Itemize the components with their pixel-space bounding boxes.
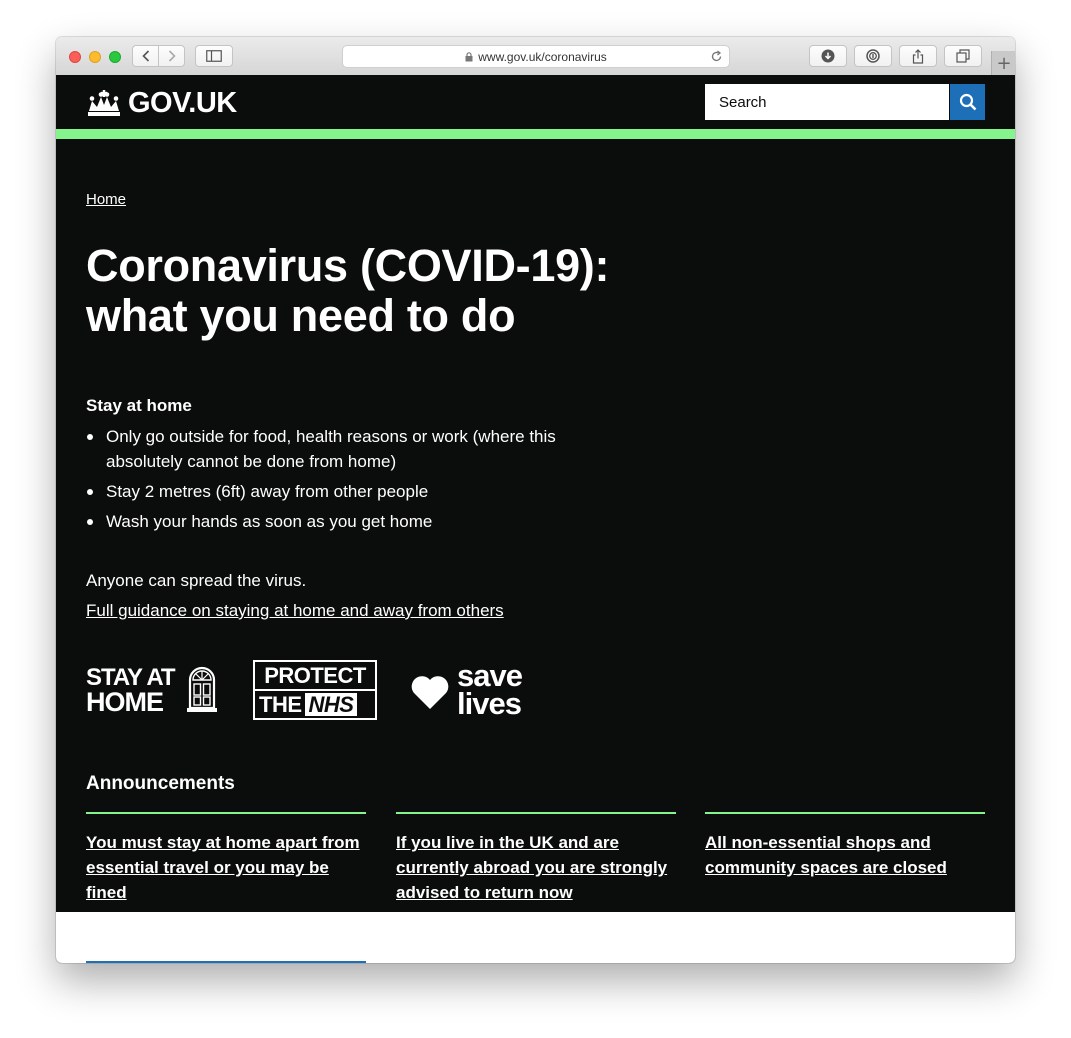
full-guidance-link[interactable]: Full guidance on staying at home and awa… [86, 601, 504, 621]
sidebar-button[interactable] [195, 45, 233, 67]
reload-icon[interactable] [710, 50, 723, 63]
announcement-card: If you live in the UK and are currently … [396, 812, 676, 905]
web-page: GOV.UK Home Coronavirus (COVID-19): what… [56, 75, 1015, 963]
share-button[interactable] [899, 45, 937, 67]
the-text: THE [259, 692, 302, 717]
url-text: www.gov.uk/coronavirus [478, 49, 607, 64]
stay-at-home-heading: Stay at home [86, 396, 192, 415]
zoom-window-button[interactable] [109, 51, 121, 63]
spread-virus-text: Anyone can spread the virus. [86, 571, 307, 590]
announcement-link[interactable]: All non-essential shops and community sp… [705, 830, 985, 880]
chevron-right-icon [168, 50, 176, 62]
protect-the-nhs-logo: PROTECT THE NHS [253, 660, 377, 720]
sidebar-icon [206, 50, 222, 62]
tabs-icon [956, 49, 970, 63]
search-icon [959, 93, 976, 111]
list-item: Wash your hands as soon as you get home [86, 509, 626, 534]
browser-window: www.gov.uk/coronavirus + GOV.UK Search H… [56, 37, 1015, 963]
govuk-header: GOV.UK [56, 75, 1015, 129]
heart-icon [411, 676, 449, 709]
close-window-button[interactable] [69, 51, 81, 63]
crown-icon [88, 89, 120, 116]
announcement-link[interactable]: You must stay at home apart from essenti… [86, 830, 366, 905]
home-text: HOME [86, 687, 164, 717]
nhs-text: NHS [304, 693, 358, 716]
announcement-card: You must stay at home apart from essenti… [86, 812, 366, 905]
content-section-below [56, 912, 1015, 963]
share-icon [912, 48, 924, 64]
search-button[interactable] [950, 84, 985, 120]
stay-at-home-logo: STAY AT HOME [86, 666, 218, 717]
breadcrumb-home-link[interactable]: Home [86, 191, 126, 208]
section-top-border [86, 961, 366, 963]
password-manager-icon [866, 49, 880, 63]
lives-text: lives [457, 686, 522, 721]
new-tab-button[interactable]: + [991, 51, 1015, 75]
download-icon [821, 49, 835, 63]
address-bar[interactable]: www.gov.uk/coronavirus [342, 45, 730, 68]
the-nhs-row: THE NHS [255, 691, 375, 718]
header-accent-strip [56, 129, 1015, 139]
list-item: Stay 2 metres (6ft) away from other peop… [86, 479, 626, 504]
search-input[interactable] [705, 84, 949, 120]
govuk-logo-link[interactable]: GOV.UK [86, 87, 237, 120]
downloads-button[interactable] [809, 45, 847, 67]
stay-at-home-list: Only go outside for food, health reasons… [86, 424, 626, 539]
lock-icon [465, 51, 473, 61]
door-icon [187, 666, 217, 712]
save-lives-logo: save lives [410, 660, 540, 721]
back-button[interactable] [133, 46, 158, 66]
announcements-list: You must stay at home apart from essenti… [86, 812, 985, 912]
history-navigation [132, 45, 185, 67]
govuk-logo-text: GOV.UK [128, 87, 237, 119]
protect-text: PROTECT [255, 662, 375, 689]
page-title: Coronavirus (COVID-19): what you need to… [86, 240, 610, 341]
tabs-overview-button[interactable] [944, 45, 982, 67]
browser-toolbar: www.gov.uk/coronavirus + [56, 37, 1015, 76]
minimize-window-button[interactable] [89, 51, 101, 63]
password-manager-button[interactable] [854, 45, 892, 67]
chevron-left-icon [141, 50, 149, 62]
list-item: Only go outside for food, health reasons… [86, 424, 626, 474]
forward-button[interactable] [158, 46, 184, 66]
plus-icon: + [996, 52, 1012, 74]
announcement-card: All non-essential shops and community sp… [705, 812, 985, 880]
announcements-heading: Announcements [86, 773, 235, 794]
announcement-link[interactable]: If you live in the UK and are currently … [396, 830, 676, 905]
